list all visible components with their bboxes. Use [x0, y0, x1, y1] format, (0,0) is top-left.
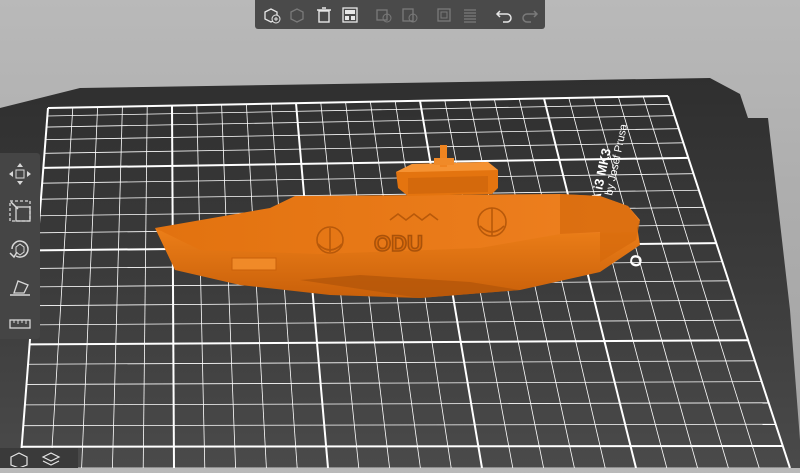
layers-view-icon — [41, 452, 61, 466]
undo-button[interactable] — [493, 4, 515, 26]
add-icon — [264, 7, 281, 23]
scale-button[interactable] — [4, 197, 36, 227]
rotate-icon — [9, 240, 29, 259]
redo-icon — [522, 9, 539, 23]
redo-button[interactable] — [519, 4, 541, 26]
preview-button[interactable] — [38, 449, 64, 467]
place-on-face-button[interactable] — [4, 272, 36, 302]
stern-block — [231, 257, 277, 271]
scale-icon — [9, 200, 31, 223]
move-button[interactable] — [4, 159, 36, 189]
rotate-button[interactable] — [4, 234, 36, 264]
delete-button[interactable] — [287, 4, 309, 26]
cut-icon — [9, 319, 31, 329]
place-on-face-icon — [10, 279, 30, 296]
arrange-icon — [342, 6, 358, 23]
3d-view-button[interactable] — [6, 449, 32, 467]
delete-icon — [290, 7, 304, 23]
cube-view-icon — [10, 452, 28, 467]
add-button[interactable] — [261, 4, 283, 26]
split-objects-icon — [464, 8, 476, 23]
3d-viewport[interactable]: PRUSA i3 MK3 by Josef Prusa O ODU — [0, 0, 800, 469]
main-toolbar — [255, 0, 545, 29]
add-instance-icon — [437, 7, 451, 22]
cut-button[interactable] — [4, 309, 36, 339]
hull-text: ODU — [374, 231, 423, 256]
copy-icon — [376, 8, 392, 22]
gizmo-toolbar — [0, 153, 40, 339]
grid-line-y — [21, 444, 783, 448]
delete-all-button[interactable] — [313, 4, 335, 26]
split-objects-button[interactable] — [459, 4, 481, 26]
move-icon — [9, 162, 31, 185]
undo-icon — [495, 9, 512, 23]
paste-icon — [402, 7, 418, 22]
arrange-button[interactable] — [339, 4, 361, 26]
delete-all-icon — [317, 6, 331, 23]
copy-button[interactable] — [373, 4, 395, 26]
scene-svg[interactable]: PRUSA i3 MK3 by Josef Prusa O ODU — [0, 0, 800, 469]
add-instance-button[interactable] — [433, 4, 455, 26]
view-toolbar — [0, 448, 78, 468]
paste-button[interactable] — [399, 4, 421, 26]
